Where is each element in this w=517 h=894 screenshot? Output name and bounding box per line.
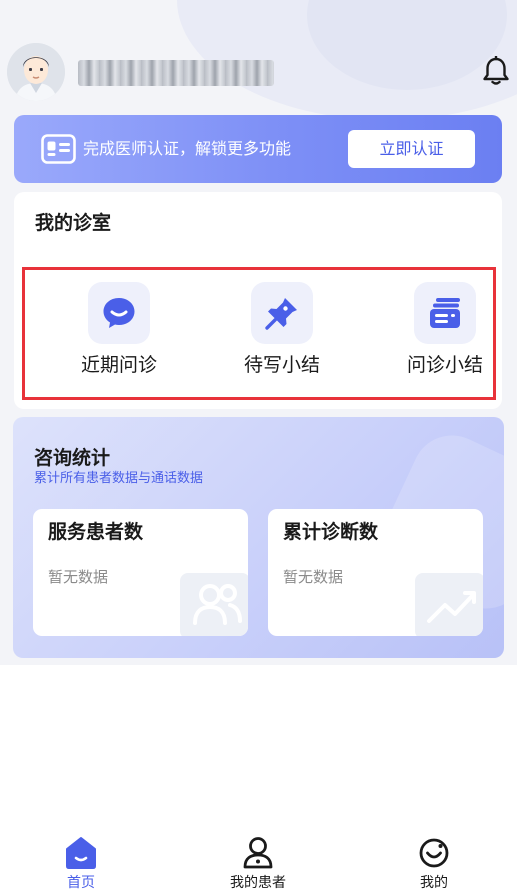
- clinic-title: 我的诊室: [35, 212, 112, 234]
- id-card-icon: [41, 134, 76, 164]
- bottom-nav: 首页 我的患者 我的: [0, 828, 517, 894]
- pushpin-icon: [265, 298, 297, 330]
- nav-label: 我的患者: [230, 875, 286, 891]
- item-label: 待写小结: [243, 354, 320, 376]
- stat-title: 累计诊断数: [283, 521, 379, 543]
- top-area: ██████████ 完成医师认证，解锁更多功能 立即认证 我的诊室: [0, 0, 517, 665]
- trend-chart-icon: [415, 573, 483, 636]
- patients-icon: [180, 573, 248, 636]
- nav-home[interactable]: 首页: [21, 828, 141, 894]
- item-label: 近期问诊: [80, 354, 157, 376]
- nav-my-patients[interactable]: 我的患者: [198, 828, 318, 894]
- item-label: 问诊小结: [406, 354, 483, 376]
- chat-bubble-icon: [103, 298, 135, 328]
- stat-value: 暂无数据: [283, 568, 344, 586]
- total-diagnoses-card[interactable]: 累计诊断数 暂无数据: [268, 509, 483, 636]
- home-icon: [66, 837, 96, 869]
- certification-text: 完成医师认证，解锁更多功能: [83, 139, 292, 158]
- nav-label: 我的: [420, 875, 448, 891]
- served-patients-card[interactable]: 服务患者数 暂无数据: [33, 509, 248, 636]
- consultation-summaries-item[interactable]: 问诊小结: [376, 270, 506, 400]
- doctor-avatar: [7, 43, 65, 101]
- consultation-stats-card: 咨询统计 累计所有患者数据与通话数据 服务患者数 暂无数据 累计诊断数 暂无数据: [13, 417, 504, 658]
- card-stack-icon: [430, 298, 460, 328]
- smile-icon: [419, 838, 449, 868]
- certify-now-button[interactable]: 立即认证: [348, 130, 475, 168]
- bell-icon: [483, 55, 509, 85]
- icon-box: [414, 282, 476, 344]
- user-icon: [243, 837, 273, 869]
- pending-summaries-item[interactable]: 待写小结: [213, 270, 343, 400]
- stat-title: 服务患者数: [48, 521, 144, 543]
- avatar[interactable]: [7, 43, 65, 101]
- my-clinic-card: 我的诊室 近期问诊 待写小结 问诊小结: [14, 192, 502, 409]
- notification-button[interactable]: [482, 55, 510, 86]
- icon-box: [88, 282, 150, 344]
- recent-consultations-item[interactable]: 近期问诊: [50, 270, 180, 400]
- icon-box: [251, 282, 313, 344]
- stats-subtitle: 累计所有患者数据与通话数据: [34, 471, 204, 486]
- stats-title: 咨询统计: [34, 447, 111, 469]
- nav-label: 首页: [67, 875, 95, 891]
- stat-value: 暂无数据: [48, 568, 109, 586]
- username: ██████████: [78, 60, 274, 86]
- clinic-shortcuts: 近期问诊 待写小结 问诊小结: [22, 267, 496, 400]
- nav-me[interactable]: 我的: [374, 828, 494, 894]
- certification-banner: 完成医师认证，解锁更多功能 立即认证: [14, 115, 502, 183]
